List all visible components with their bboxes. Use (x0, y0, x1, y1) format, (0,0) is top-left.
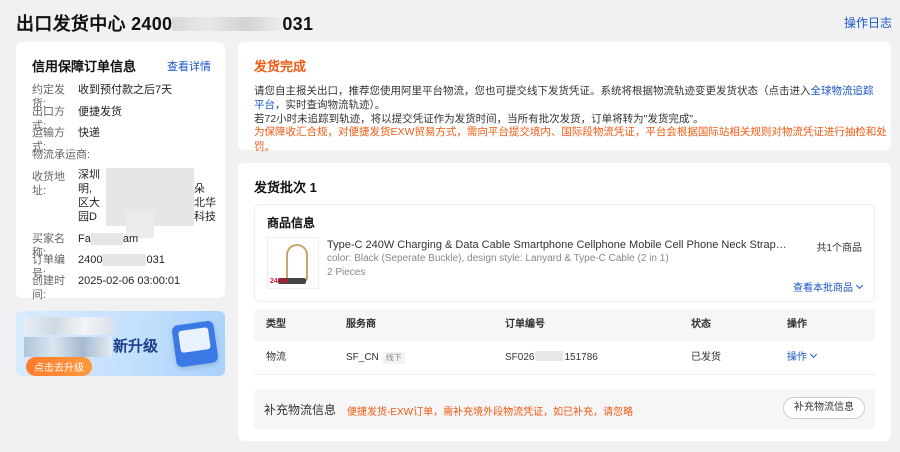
shipment-batch-card: 发货批次 1 商品信息 240W Type-C 240W Charging & … (238, 163, 891, 441)
redacted-mosaic (102, 254, 147, 267)
cell-status: 已发货 (691, 352, 721, 363)
redacted-mosaic (24, 337, 112, 357)
page-header: 出口发货中心 2400 031 操作日志 (16, 8, 892, 34)
cell-provider: SF_CN 线下 (346, 341, 405, 375)
supplement-tip: 便捷发货-EXW订单，需补充境外段物流凭证，如已补充，请忽略 (347, 407, 634, 418)
redacted-mosaic (172, 16, 283, 31)
page-title: 出口发货中心 2400 031 (16, 10, 313, 36)
col-type: 类型 (266, 319, 286, 330)
product-quantity: 2 Pieces (327, 267, 366, 278)
batch-title: 发货批次 1 (254, 180, 317, 195)
status-title: 发货完成 (254, 59, 307, 74)
product-sku: color: Black (Seperate Buckle), design s… (327, 253, 669, 264)
redacted-mosaic (535, 351, 564, 362)
goods-count: 共1个商品 (816, 243, 862, 254)
address-right-fragments: 朵 北华 科技 (194, 183, 216, 223)
col-action: 操作 (787, 319, 807, 330)
product-thumbnail-tag: 240W (270, 278, 289, 285)
upgrade-promo-banner[interactable]: 新升级 点击去升级 (16, 311, 225, 376)
col-provider: 服务商 (346, 319, 376, 330)
monitor-illustration-icon (171, 320, 219, 368)
field-address-label: 收货地址: (32, 171, 65, 197)
goods-info-section: 商品信息 240W Type-C 240W Charging & Data Ca… (254, 204, 875, 302)
promo-headline: 新升级 (113, 338, 159, 355)
row-action-dropdown[interactable]: 操作 (787, 341, 818, 375)
table-row: 物流 SF_CN 线下 SF026 151786 已发货 操作 (254, 341, 875, 375)
product-thumbnail[interactable]: 240W (267, 237, 319, 289)
supplement-logistics-button[interactable]: 补充物流信息 (783, 397, 865, 419)
supplement-logistics-section: 补充物流信息 便捷发货-EXW订单，需补充境外段物流凭证，如已补充，请忽略 补充… (254, 389, 875, 429)
table-header: 类型 服务商 订单编号 状态 操作 (254, 309, 875, 341)
logistics-table: 类型 服务商 订单编号 状态 操作 物流 SF_CN 线下 SF026 151786… (254, 309, 875, 375)
offline-tag: 线下 (382, 352, 405, 364)
chevron-down-icon (809, 350, 818, 359)
redacted-mosaic (24, 317, 114, 335)
lanyard-shape (286, 244, 308, 282)
col-status: 状态 (691, 319, 711, 330)
compliance-warning: 为保障收汇合规，对便捷发货EXW贸易方式，需向平台提交境内、国际段物流凭证，平台… (254, 126, 887, 153)
redacted-mosaic (90, 233, 123, 246)
product-name[interactable]: Type-C 240W Charging & Data Cable Smartp… (327, 239, 787, 251)
goods-section-title: 商品信息 (267, 216, 316, 230)
status-description: 请您自主报关出口，推荐您使用阿里平台物流，您也可提交线下发货凭证。系统将根据物流… (254, 85, 874, 125)
chevron-down-icon (855, 281, 864, 290)
cell-order-number: SF026 151786 (505, 351, 598, 363)
upgrade-button[interactable]: 点击去升级 (26, 357, 92, 376)
order-info-card: 信用保障订单信息 查看详情 约定发货:收到预付款之后7天 出口方式:便捷发货 运… (16, 42, 225, 301)
view-detail-link[interactable]: 查看详情 (167, 58, 211, 74)
page-title-text: 出口发货中心 2400 (16, 14, 173, 34)
cell-type: 物流 (266, 352, 286, 363)
col-order-number: 订单编号 (505, 319, 545, 330)
page-title-suffix: 031 (282, 14, 314, 34)
field-carrier: 物流承运商: (32, 149, 91, 161)
view-batch-goods-link[interactable]: 查看本批商品 (793, 279, 864, 294)
supplement-title: 补充物流信息 (264, 403, 337, 417)
field-created-time: 创建时间:2025-02-06 03:00:01 (32, 275, 181, 301)
operation-log-link[interactable]: 操作日志 (844, 14, 892, 31)
shipment-status-card: 发货完成 请您自主报关出口，推荐您使用阿里平台物流，您也可提交线下发货凭证。系统… (238, 42, 891, 153)
